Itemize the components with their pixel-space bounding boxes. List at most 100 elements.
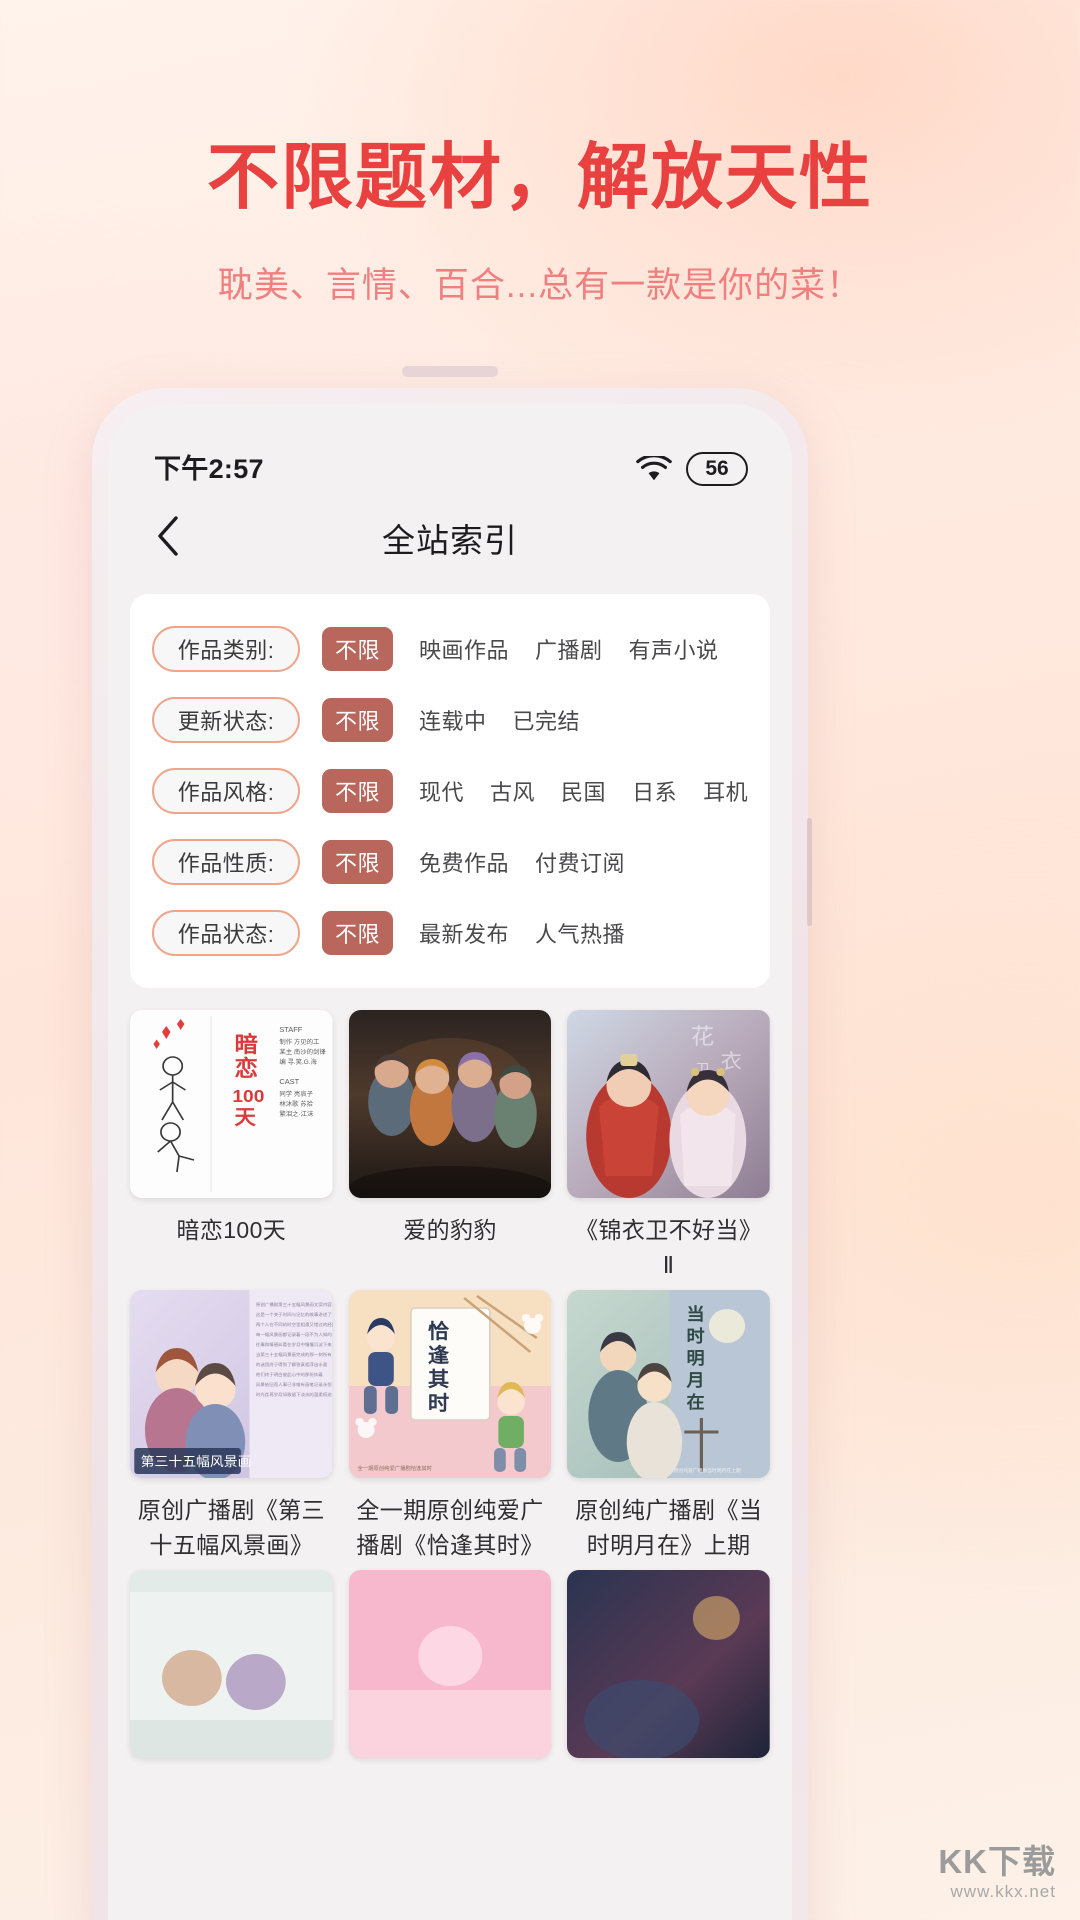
- cover-art-jinyiwei: 花 衣 卫: [567, 1010, 770, 1198]
- app-navbar: 全站索引: [108, 496, 792, 580]
- status-indicators: 56: [636, 452, 748, 486]
- svg-text:同学 亮哀子: 同学 亮哀子: [279, 1090, 313, 1098]
- filter-option-style-5[interactable]: 耳机: [703, 775, 748, 807]
- work-title: 爱的豹豹: [403, 1217, 497, 1243]
- cover-art-row3-2: [348, 1570, 552, 1758]
- work-thumbnail[interactable]: [348, 1010, 552, 1198]
- work-card[interactable]: [348, 1570, 552, 1773]
- svg-text:恰: 恰: [428, 1320, 450, 1343]
- work-title: 暗恋100天: [176, 1217, 287, 1243]
- cover-art-row3-3: [567, 1570, 770, 1758]
- filter-label-update-status[interactable]: 更新状态:: [152, 697, 300, 743]
- svg-text:明: 明: [687, 1349, 705, 1368]
- work-card[interactable]: [567, 1570, 770, 1773]
- work-thumbnail[interactable]: 当 时 明 月 在 原创纯爱广播剧当时明月在上期: [567, 1290, 770, 1478]
- filter-row-update-status: 更新状态: 不限 连载中 已完结: [152, 691, 748, 749]
- svg-text:这是一个关于时间与记忆的故事讲述了: 这是一个关于时间与记忆的故事讲述了: [256, 1311, 332, 1318]
- work-card[interactable]: 原创广播剧第三十五幅风景画文案内容 这是一个关于时间与记忆的故事讲述了 两个人在…: [130, 1290, 333, 1562]
- svg-text:他们终于明白彼此心中的那份执着: 他们终于明白彼此心中的那份执着: [256, 1371, 324, 1378]
- svg-text:时光荏苒岁月如歌留下淡淡的温柔痕迹: 时光荏苒岁月如歌留下淡淡的温柔痕迹: [256, 1391, 333, 1398]
- filter-option-state-0[interactable]: 不限: [322, 911, 394, 955]
- work-thumbnail[interactable]: 原创广播剧第三十五幅风景画文案内容 这是一个关于时间与记忆的故事讲述了 两个人在…: [130, 1290, 333, 1478]
- work-title: 原创纯广播剧《当时明月在》上期: [575, 1497, 763, 1558]
- work-thumbnail[interactable]: 花 衣 卫: [567, 1010, 770, 1198]
- svg-text:全一期原创纯爱广播剧恰逢其时: 全一期原创纯爱广播剧恰逢其时: [357, 1464, 431, 1472]
- svg-text:100: 100: [232, 1086, 264, 1106]
- filter-option-update-1[interactable]: 连载中: [419, 704, 487, 736]
- filter-option-style-0[interactable]: 不限: [322, 769, 394, 813]
- work-thumbnail[interactable]: 暗 恋 100 天 STAFF 制作 方见的工 某主 南沙的剑锋 编 寻.笑.G…: [130, 1010, 333, 1198]
- svg-text:天: 天: [235, 1107, 257, 1129]
- status-bar: 下午2:57 56: [108, 404, 792, 496]
- work-card[interactable]: 恰 逢 其 时 全一期原创纯爱广播剧恰逢其时 全一期原创纯爱广播剧《恰逢其时》: [348, 1290, 552, 1562]
- cover-art-row3-1: [130, 1570, 333, 1758]
- filter-options-style: 不限 现代 古风 民国 日系 耳机 日抓: [322, 769, 748, 813]
- svg-text:CAST: CAST: [279, 1077, 299, 1086]
- battery-level: 56: [705, 457, 729, 480]
- work-card[interactable]: [130, 1570, 333, 1773]
- work-card[interactable]: 花 衣 卫 《锦衣卫不好当》Ⅱ: [567, 1010, 770, 1282]
- filter-option-update-2[interactable]: 已完结: [513, 704, 581, 736]
- work-card[interactable]: 爱的豹豹: [348, 1010, 552, 1282]
- phone-notch: [345, 404, 555, 434]
- phone-screen: 下午2:57 56 全站索引 作品类别: 不限 映画作品 广播剧 有声小说 更新…: [108, 404, 792, 1920]
- phone-speaker: [402, 366, 498, 377]
- svg-text:某主 南沙的剑锋: 某主 南沙的剑锋: [279, 1048, 326, 1056]
- filter-row-nature: 作品性质: 不限 免费作品 付费订阅: [152, 833, 748, 891]
- filter-option-style-2[interactable]: 古风: [490, 775, 535, 807]
- filter-option-nature-2[interactable]: 付费订阅: [535, 846, 625, 878]
- filter-label-state[interactable]: 作品状态:: [152, 910, 300, 956]
- svg-text:当第三十五幅风景画完成的那一刻所有: 当第三十五幅风景画完成的那一刻所有: [256, 1351, 333, 1358]
- svg-text:往事和情感纠葛在岁月中慢慢沉淀下来: 往事和情感纠葛在岁月中慢慢沉淀下来: [256, 1341, 333, 1348]
- watermark-main: KK下载: [938, 1843, 1056, 1881]
- svg-text:逢: 逢: [428, 1344, 450, 1367]
- filter-row-style: 作品风格: 不限 现代 古风 民国 日系 耳机 日抓: [152, 762, 748, 820]
- filter-options-nature: 不限 免费作品 付费订阅: [322, 840, 625, 884]
- filter-label-category[interactable]: 作品类别:: [152, 626, 300, 672]
- works-grid: 暗 恋 100 天 STAFF 制作 方见的工 某主 南沙的剑锋 编 寻.笑.G…: [130, 1010, 770, 1773]
- svg-text:原创纯爱广播剧当时明月在上期: 原创纯爱广播剧当时明月在上期: [674, 1467, 741, 1474]
- work-thumbnail[interactable]: [130, 1570, 333, 1758]
- phone-mockup: 下午2:57 56 全站索引 作品类别: 不限 映画作品 广播剧 有声小说 更新…: [92, 366, 812, 1920]
- svg-text:第三十五幅风景画: 第三十五幅风景画: [141, 1453, 252, 1468]
- work-card[interactable]: 暗 恋 100 天 STAFF 制作 方见的工 某主 南沙的剑锋 编 寻.笑.G…: [130, 1010, 333, 1282]
- filter-option-style-4[interactable]: 日系: [632, 775, 677, 807]
- filter-option-state-2[interactable]: 人气热播: [535, 917, 625, 949]
- work-card[interactable]: 当 时 明 月 在 原创纯爱广播剧当时明月在上期 原创纯广播剧《当时明月在》上期: [567, 1290, 770, 1562]
- svg-text:当: 当: [687, 1305, 705, 1324]
- filter-option-category-2[interactable]: 广播剧: [535, 633, 603, 665]
- svg-text:花: 花: [691, 1025, 714, 1049]
- cover-art-fengjinghua: 原创广播剧第三十五幅风景画文案内容 这是一个关于时间与记忆的故事讲述了 两个人在…: [130, 1290, 333, 1478]
- svg-text:原创广播剧第三十五幅风景画文案内容: 原创广播剧第三十五幅风景画文案内容: [256, 1301, 333, 1308]
- filter-option-category-0[interactable]: 不限: [322, 627, 394, 671]
- svg-text:月: 月: [686, 1371, 705, 1390]
- work-thumbnail[interactable]: [567, 1570, 770, 1758]
- filter-options-state: 不限 最新发布 人气热播: [322, 911, 625, 955]
- filter-row-category: 作品类别: 不限 映画作品 广播剧 有声小说: [152, 620, 748, 678]
- svg-text:两个人在不同的时空里相遇又错过的经历: 两个人在不同的时空里相遇又错过的经历: [256, 1321, 333, 1328]
- battery-indicator: 56: [686, 452, 748, 486]
- svg-text:的谜团终于得到了解答真相浮出水面: 的谜团终于得到了解答真相浮出水面: [256, 1361, 328, 1368]
- filter-option-style-1[interactable]: 现代: [419, 775, 464, 807]
- filter-option-state-1[interactable]: 最新发布: [419, 917, 509, 949]
- filter-option-category-1[interactable]: 映画作品: [419, 633, 509, 665]
- watermark: KK下载 www.kkx.net: [938, 1843, 1056, 1902]
- svg-text:时: 时: [687, 1327, 706, 1346]
- filter-option-category-3[interactable]: 有声小说: [629, 633, 719, 665]
- work-thumbnail[interactable]: 恰 逢 其 时 全一期原创纯爱广播剧恰逢其时: [348, 1290, 552, 1478]
- cover-art-aidebaobao: [348, 1010, 552, 1198]
- svg-text:繁泪之·江沫: 繁泪之·江沫: [279, 1110, 313, 1118]
- cover-art-qiafengqishi: 恰 逢 其 时 全一期原创纯爱广播剧恰逢其时: [348, 1290, 552, 1478]
- cover-art-anlian: 暗 恋 100 天 STAFF 制作 方见的工 某主 南沙的剑锋 编 寻.笑.G…: [130, 1010, 333, 1198]
- filter-option-nature-1[interactable]: 免费作品: [419, 846, 509, 878]
- work-thumbnail[interactable]: [348, 1570, 552, 1758]
- svg-text:时: 时: [428, 1393, 450, 1415]
- filter-option-style-3[interactable]: 民国: [561, 775, 606, 807]
- filter-label-style[interactable]: 作品风格:: [152, 768, 300, 814]
- filter-option-update-0[interactable]: 不限: [322, 698, 394, 742]
- work-title: 原创广播剧《第三十五幅风景画》: [137, 1497, 325, 1558]
- promo-title: 不限题材，解放天性: [206, 138, 873, 218]
- filter-row-state: 作品状态: 不限 最新发布 人气热播: [152, 904, 748, 962]
- filter-label-nature[interactable]: 作品性质:: [152, 839, 300, 885]
- filter-option-nature-0[interactable]: 不限: [322, 840, 394, 884]
